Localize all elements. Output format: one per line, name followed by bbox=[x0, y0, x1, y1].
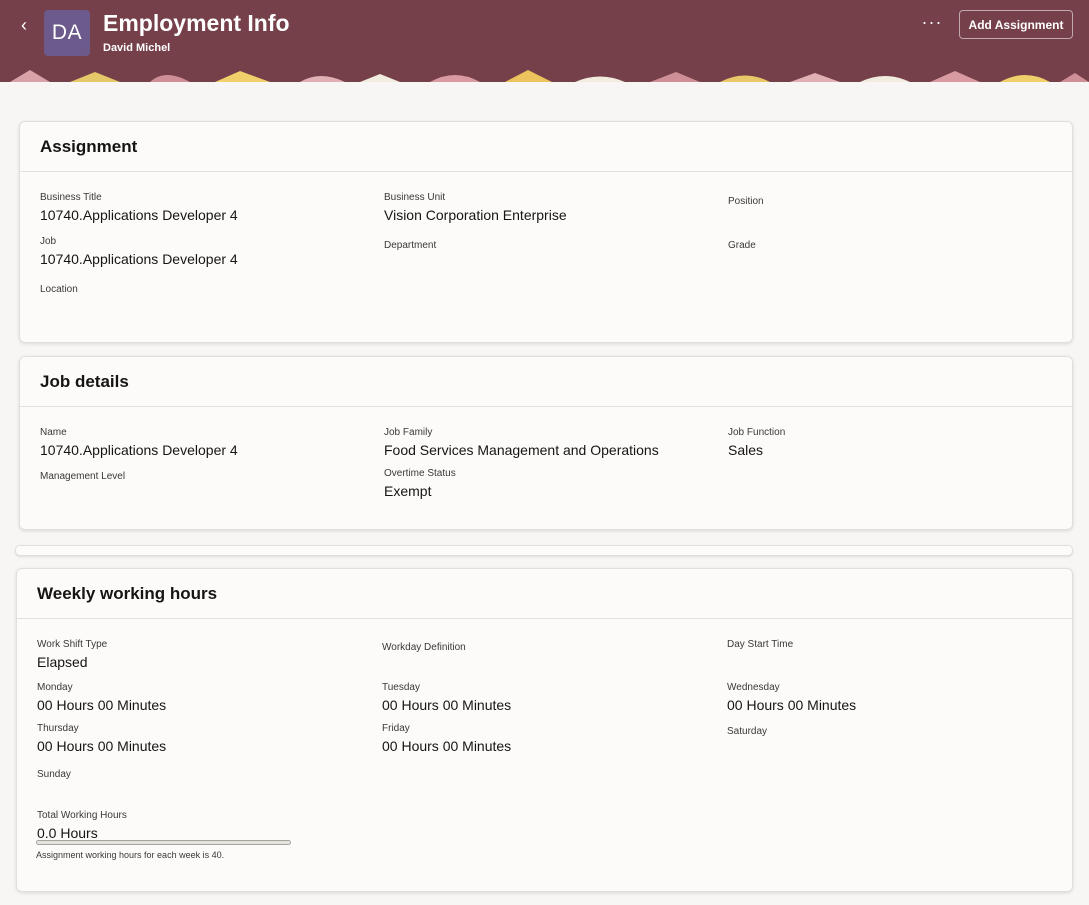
job-value: 10740.Applications Developer 4 bbox=[40, 251, 238, 267]
position-field: Position bbox=[728, 196, 1028, 210]
job-details-card: Job details Name 10740.Applications Deve… bbox=[19, 356, 1073, 530]
friday-field: Friday 00 Hours 00 Minutes bbox=[382, 723, 682, 755]
job-label: Job bbox=[40, 236, 57, 247]
overtime-status-field: Overtime Status Exempt bbox=[384, 468, 684, 500]
saturday-label: Saturday bbox=[727, 726, 768, 737]
monday-label: Monday bbox=[37, 682, 73, 693]
workday-definition-field: Workday Definition bbox=[382, 642, 682, 656]
business-unit-field: Business Unit Vision Corporation Enterpr… bbox=[384, 192, 684, 224]
working-hours-note: Assignment working hours for each week i… bbox=[36, 850, 225, 860]
avatar: DA bbox=[44, 10, 90, 56]
more-horizontal-icon: ··· bbox=[921, 12, 943, 32]
more-actions-button[interactable]: ··· bbox=[918, 12, 946, 36]
friday-value: 00 Hours 00 Minutes bbox=[382, 738, 512, 754]
job-name-value: 10740.Applications Developer 4 bbox=[40, 442, 238, 458]
day-start-time-field: Day Start Time bbox=[727, 639, 1027, 653]
thursday-field: Thursday 00 Hours 00 Minutes bbox=[37, 723, 337, 755]
collapsed-panel bbox=[15, 545, 1073, 556]
day-start-time-label: Day Start Time bbox=[727, 639, 794, 650]
assignment-card-header: Assignment bbox=[20, 122, 1072, 172]
job-details-title: Job details bbox=[40, 372, 129, 391]
business-unit-value: Vision Corporation Enterprise bbox=[384, 207, 567, 223]
job-family-label: Job Family bbox=[384, 427, 433, 438]
job-name-field: Name 10740.Applications Developer 4 bbox=[40, 427, 340, 459]
job-function-value: Sales bbox=[728, 442, 764, 458]
workday-definition-label: Workday Definition bbox=[382, 642, 466, 653]
overtime-status-label: Overtime Status bbox=[384, 468, 456, 479]
saturday-field: Saturday bbox=[727, 726, 1027, 740]
total-working-hours-field: Total Working Hours 0.0 Hours bbox=[37, 810, 337, 842]
work-shift-type-value: Elapsed bbox=[37, 654, 88, 670]
banner-pattern bbox=[10, 70, 1089, 82]
department-field: Department bbox=[384, 240, 684, 254]
back-button[interactable]: ‹ bbox=[14, 14, 34, 36]
management-level-field: Management Level bbox=[40, 471, 340, 485]
thursday-value: 00 Hours 00 Minutes bbox=[37, 738, 167, 754]
weekly-hours-card-header: Weekly working hours bbox=[17, 569, 1072, 619]
overtime-status-value: Exempt bbox=[384, 483, 432, 499]
tuesday-field: Tuesday 00 Hours 00 Minutes bbox=[382, 682, 682, 714]
job-family-value: Food Services Management and Operations bbox=[384, 442, 659, 458]
department-label: Department bbox=[384, 240, 437, 251]
job-family-field: Job Family Food Services Management and … bbox=[384, 427, 684, 459]
assignment-card: Assignment Business Title 10740.Applicat… bbox=[19, 121, 1073, 343]
business-title-value: 10740.Applications Developer 4 bbox=[40, 207, 238, 223]
sunday-label: Sunday bbox=[37, 769, 71, 780]
business-title-field: Business Title 10740.Applications Develo… bbox=[40, 192, 340, 224]
job-function-label: Job Function bbox=[728, 427, 786, 438]
monday-field: Monday 00 Hours 00 Minutes bbox=[37, 682, 337, 714]
location-field: Location bbox=[40, 284, 340, 298]
sunday-field: Sunday bbox=[37, 769, 337, 783]
wednesday-value: 00 Hours 00 Minutes bbox=[727, 697, 857, 713]
position-label: Position bbox=[728, 196, 764, 207]
business-unit-label: Business Unit bbox=[384, 192, 446, 203]
job-function-field: Job Function Sales bbox=[728, 427, 1028, 459]
job-details-card-header: Job details bbox=[20, 357, 1072, 407]
total-hours-meter bbox=[36, 840, 291, 845]
page-title: Employment Info bbox=[103, 10, 290, 36]
thursday-label: Thursday bbox=[37, 723, 79, 734]
grade-field: Grade bbox=[728, 240, 1028, 254]
grade-label: Grade bbox=[728, 240, 756, 251]
chevron-left-icon: ‹ bbox=[21, 15, 27, 35]
location-label: Location bbox=[40, 284, 78, 295]
add-assignment-button[interactable]: Add Assignment bbox=[959, 10, 1073, 39]
total-working-hours-label: Total Working Hours bbox=[37, 810, 127, 821]
wednesday-label: Wednesday bbox=[727, 682, 780, 693]
job-field: Job 10740.Applications Developer 4 bbox=[40, 236, 340, 268]
work-shift-type-field: Work Shift Type Elapsed bbox=[37, 639, 337, 671]
person-name: David Michel bbox=[103, 42, 171, 54]
assignment-title: Assignment bbox=[40, 137, 138, 156]
job-name-label: Name bbox=[40, 427, 67, 438]
tuesday-value: 00 Hours 00 Minutes bbox=[382, 697, 512, 713]
tuesday-label: Tuesday bbox=[382, 682, 420, 693]
monday-value: 00 Hours 00 Minutes bbox=[37, 697, 167, 713]
wednesday-field: Wednesday 00 Hours 00 Minutes bbox=[727, 682, 1027, 714]
weekly-hours-title: Weekly working hours bbox=[37, 584, 218, 603]
friday-label: Friday bbox=[382, 723, 410, 734]
management-level-label: Management Level bbox=[40, 471, 126, 482]
business-title-label: Business Title bbox=[40, 192, 102, 203]
work-shift-type-label: Work Shift Type bbox=[37, 639, 108, 650]
page-header: ‹ DA Employment Info David Michel ··· Ad… bbox=[0, 0, 1089, 82]
